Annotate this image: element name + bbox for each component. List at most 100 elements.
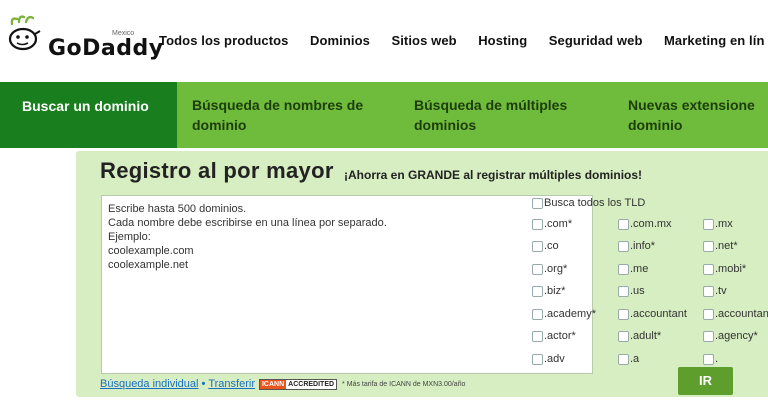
checkbox-box[interactable] [532, 353, 543, 365]
tld-label: .biz* [544, 285, 566, 297]
tld-checkbox[interactable]: .com.mx [618, 218, 672, 230]
panel-subtitle: ¡Ahorra en GRANDE al registrar múltiples… [344, 168, 643, 182]
tld-checkbox[interactable]: .mx [703, 218, 733, 230]
tld-checkbox[interactable]: .actor* [532, 330, 576, 342]
tld-checkbox[interactable]: .adv [532, 353, 565, 365]
tld-label: .mobi* [715, 263, 747, 275]
tld-checkbox[interactable]: .info* [618, 240, 655, 252]
tld-label: .agency* [715, 330, 758, 342]
tld-checkbox[interactable]: .me [618, 263, 648, 275]
transfer-link[interactable]: Transferir [208, 378, 255, 390]
individual-search-link[interactable]: Búsqueda individual [100, 378, 198, 390]
checkbox-box[interactable] [532, 285, 543, 297]
icann-accredited-badge: ICANN ACCREDITED [258, 378, 338, 390]
tld-label: .actor* [544, 330, 576, 342]
checkbox-box[interactable] [532, 308, 543, 320]
checkbox-box[interactable] [703, 285, 714, 297]
tld-label: .mx [715, 218, 733, 230]
site-header: GoDaddy Mexico Todos los productos Domin… [0, 0, 768, 82]
go-button[interactable]: IR [678, 367, 733, 395]
tab-search-domain[interactable]: Buscar un dominio [0, 82, 177, 148]
checkbox-box[interactable] [618, 308, 629, 320]
checkbox-box[interactable] [618, 353, 629, 365]
tld-checkbox[interactable]: .org* [532, 263, 567, 275]
tld-label: .accountan [715, 308, 768, 320]
checkbox-box[interactable] [532, 197, 543, 209]
checkbox-box[interactable] [703, 308, 714, 320]
checkbox-box[interactable] [532, 263, 543, 275]
textarea-line: coolexample.com [108, 245, 194, 257]
nav-websites[interactable]: Sitios web [391, 33, 456, 48]
tld-label: .net* [715, 240, 738, 252]
tld-checkbox[interactable]: .mobi* [703, 263, 746, 275]
link-separator: • [201, 378, 206, 390]
checkbox-box[interactable] [618, 285, 629, 297]
tab-bulk-domain-search[interactable]: Búsqueda de múltiples dominios [414, 82, 567, 148]
nav-hosting[interactable]: Hosting [478, 33, 527, 48]
checkbox-box[interactable] [618, 218, 629, 230]
tld-label: .org* [544, 263, 568, 275]
bulk-domains-textarea[interactable]: Escribe hasta 500 dominios. Cada nombre … [101, 195, 593, 374]
checkbox-box[interactable] [532, 240, 543, 252]
tab-new-extensions[interactable]: Nuevas extensione dominio [628, 82, 755, 148]
tld-checkbox[interactable]: .net* [703, 240, 738, 252]
icann-badge-left: ICANN [259, 379, 287, 389]
checkbox-box[interactable] [703, 353, 714, 365]
tld-label: .accountant [630, 308, 687, 320]
tld-checkbox[interactable]: .a [618, 353, 639, 365]
tld-checkbox[interactable]: .us [618, 285, 645, 297]
tld-checkbox-grid: .com* .com.mx .mx .co .info* .net* .org* .me .mo… [532, 218, 768, 372]
tld-label: .me [630, 263, 649, 275]
logo-region: Mexico [112, 30, 135, 37]
checkbox-box[interactable] [703, 263, 714, 275]
tld-label: .tv [715, 285, 727, 297]
search-all-tld-checkbox[interactable]: Busca todos los TLD [532, 197, 645, 209]
checkbox-box[interactable] [703, 240, 714, 252]
tld-checkbox[interactable]: .adult* [618, 330, 661, 342]
godaddy-logo[interactable]: GoDaddy Mexico [8, 14, 163, 64]
tab-label-line2: dominio [628, 117, 683, 133]
textarea-line: coolexample.net [108, 259, 189, 271]
nav-domains[interactable]: Dominios [310, 33, 370, 48]
tld-checkbox[interactable]: .academy* [532, 308, 596, 320]
checkbox-box[interactable] [618, 263, 629, 275]
tld-label: .a [630, 353, 640, 365]
tld-label: .adult* [630, 330, 662, 342]
checkbox-box[interactable] [532, 330, 543, 342]
tab-search-domain-label: Buscar un dominio [22, 98, 149, 114]
nav-online-marketing[interactable]: Marketing en lín [664, 33, 765, 48]
tld-checkbox[interactable]: . [703, 353, 718, 365]
checkbox-box[interactable] [618, 240, 629, 252]
tld-checkbox[interactable]: .tv [703, 285, 727, 297]
checkbox-box[interactable] [618, 330, 629, 342]
tab-label-line1: Búsqueda de nombres de [192, 97, 364, 113]
domain-subnav: Buscar un dominio Búsqueda de nombres de… [0, 82, 768, 148]
tab-label-line1: Nuevas extensione [628, 97, 755, 113]
icann-fee-note: * Más tarifa de ICANN de MXN3.00/año [342, 380, 466, 388]
tab-domain-name-search[interactable]: Búsqueda de nombres de dominio [192, 82, 363, 148]
textarea-line: Escribe hasta 500 dominios. [108, 203, 247, 215]
godaddy-mascot-icon [8, 15, 41, 51]
checkbox-box[interactable] [703, 330, 714, 342]
tab-label-line2: dominio [192, 117, 247, 133]
tld-label: .com* [544, 218, 573, 230]
checkbox-box[interactable] [532, 218, 543, 230]
panel-title: Registro al por mayor [100, 158, 334, 183]
checkbox-box[interactable] [703, 218, 714, 230]
tld-label: .co [544, 240, 559, 252]
nav-all-products[interactable]: Todos los productos [159, 33, 289, 48]
tld-checkbox[interactable]: .accountan [703, 308, 768, 320]
tld-checkbox[interactable]: .accountant [618, 308, 687, 320]
search-all-tld-label: Busca todos los TLD [544, 197, 646, 209]
tld-checkbox[interactable]: .biz* [532, 285, 565, 297]
tld-label: . [715, 353, 719, 365]
tab-label-line1: Búsqueda de múltiples [414, 97, 568, 113]
tld-label: .adv [544, 353, 565, 365]
nav-web-security[interactable]: Seguridad web [549, 33, 643, 48]
tld-label: .com.mx [630, 218, 672, 230]
tld-checkbox[interactable]: .com* [532, 218, 572, 230]
tld-checkbox[interactable]: .agency* [703, 330, 758, 342]
tld-checkbox[interactable]: .co [532, 240, 559, 252]
bulk-registration-panel: Registro al por mayor ¡Ahorra en GRANDE … [76, 151, 768, 397]
top-navigation: Todos los productos Dominios Sitios web … [159, 32, 768, 50]
